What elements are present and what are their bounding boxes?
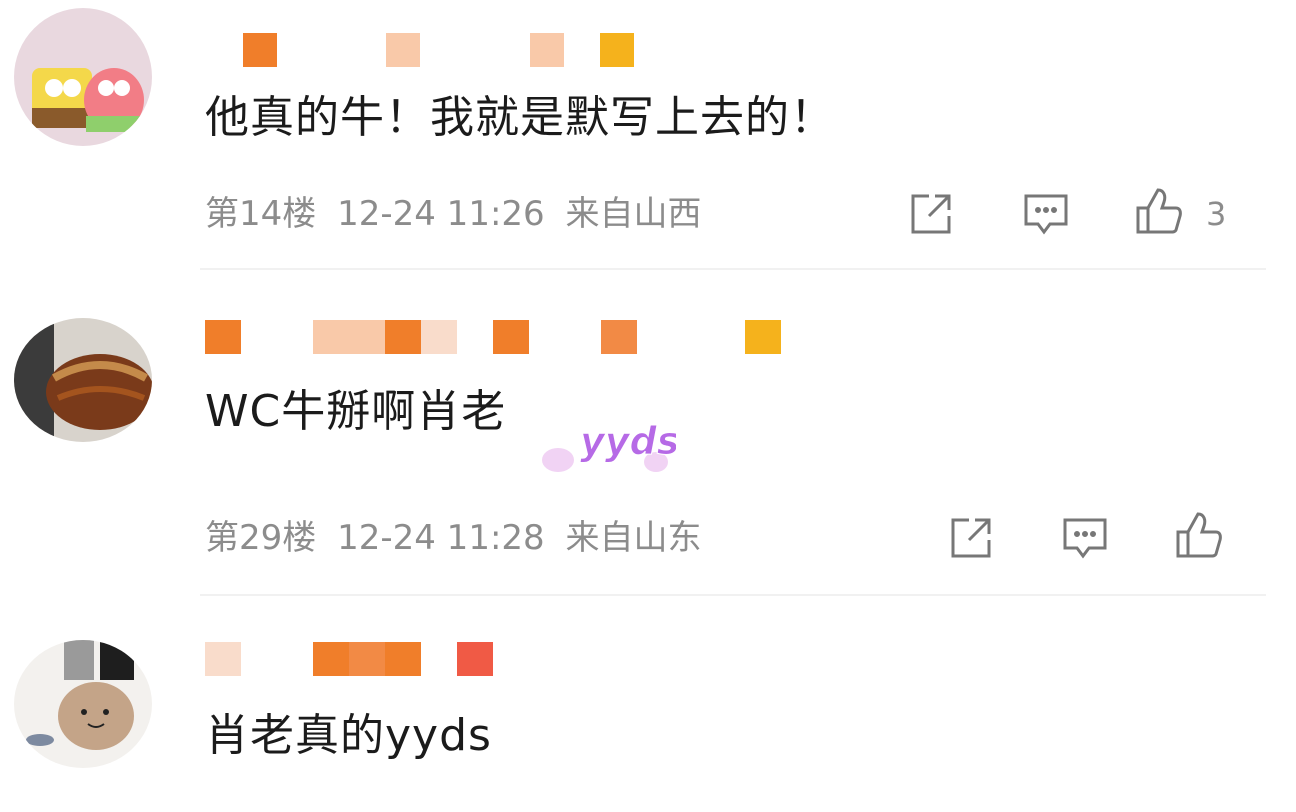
username-blurred[interactable] (205, 642, 505, 676)
avatar[interactable] (14, 640, 152, 768)
comment-item: 肖老真的yyds (0, 0, 1296, 812)
comment-text: 肖老真的yyds (205, 710, 492, 761)
